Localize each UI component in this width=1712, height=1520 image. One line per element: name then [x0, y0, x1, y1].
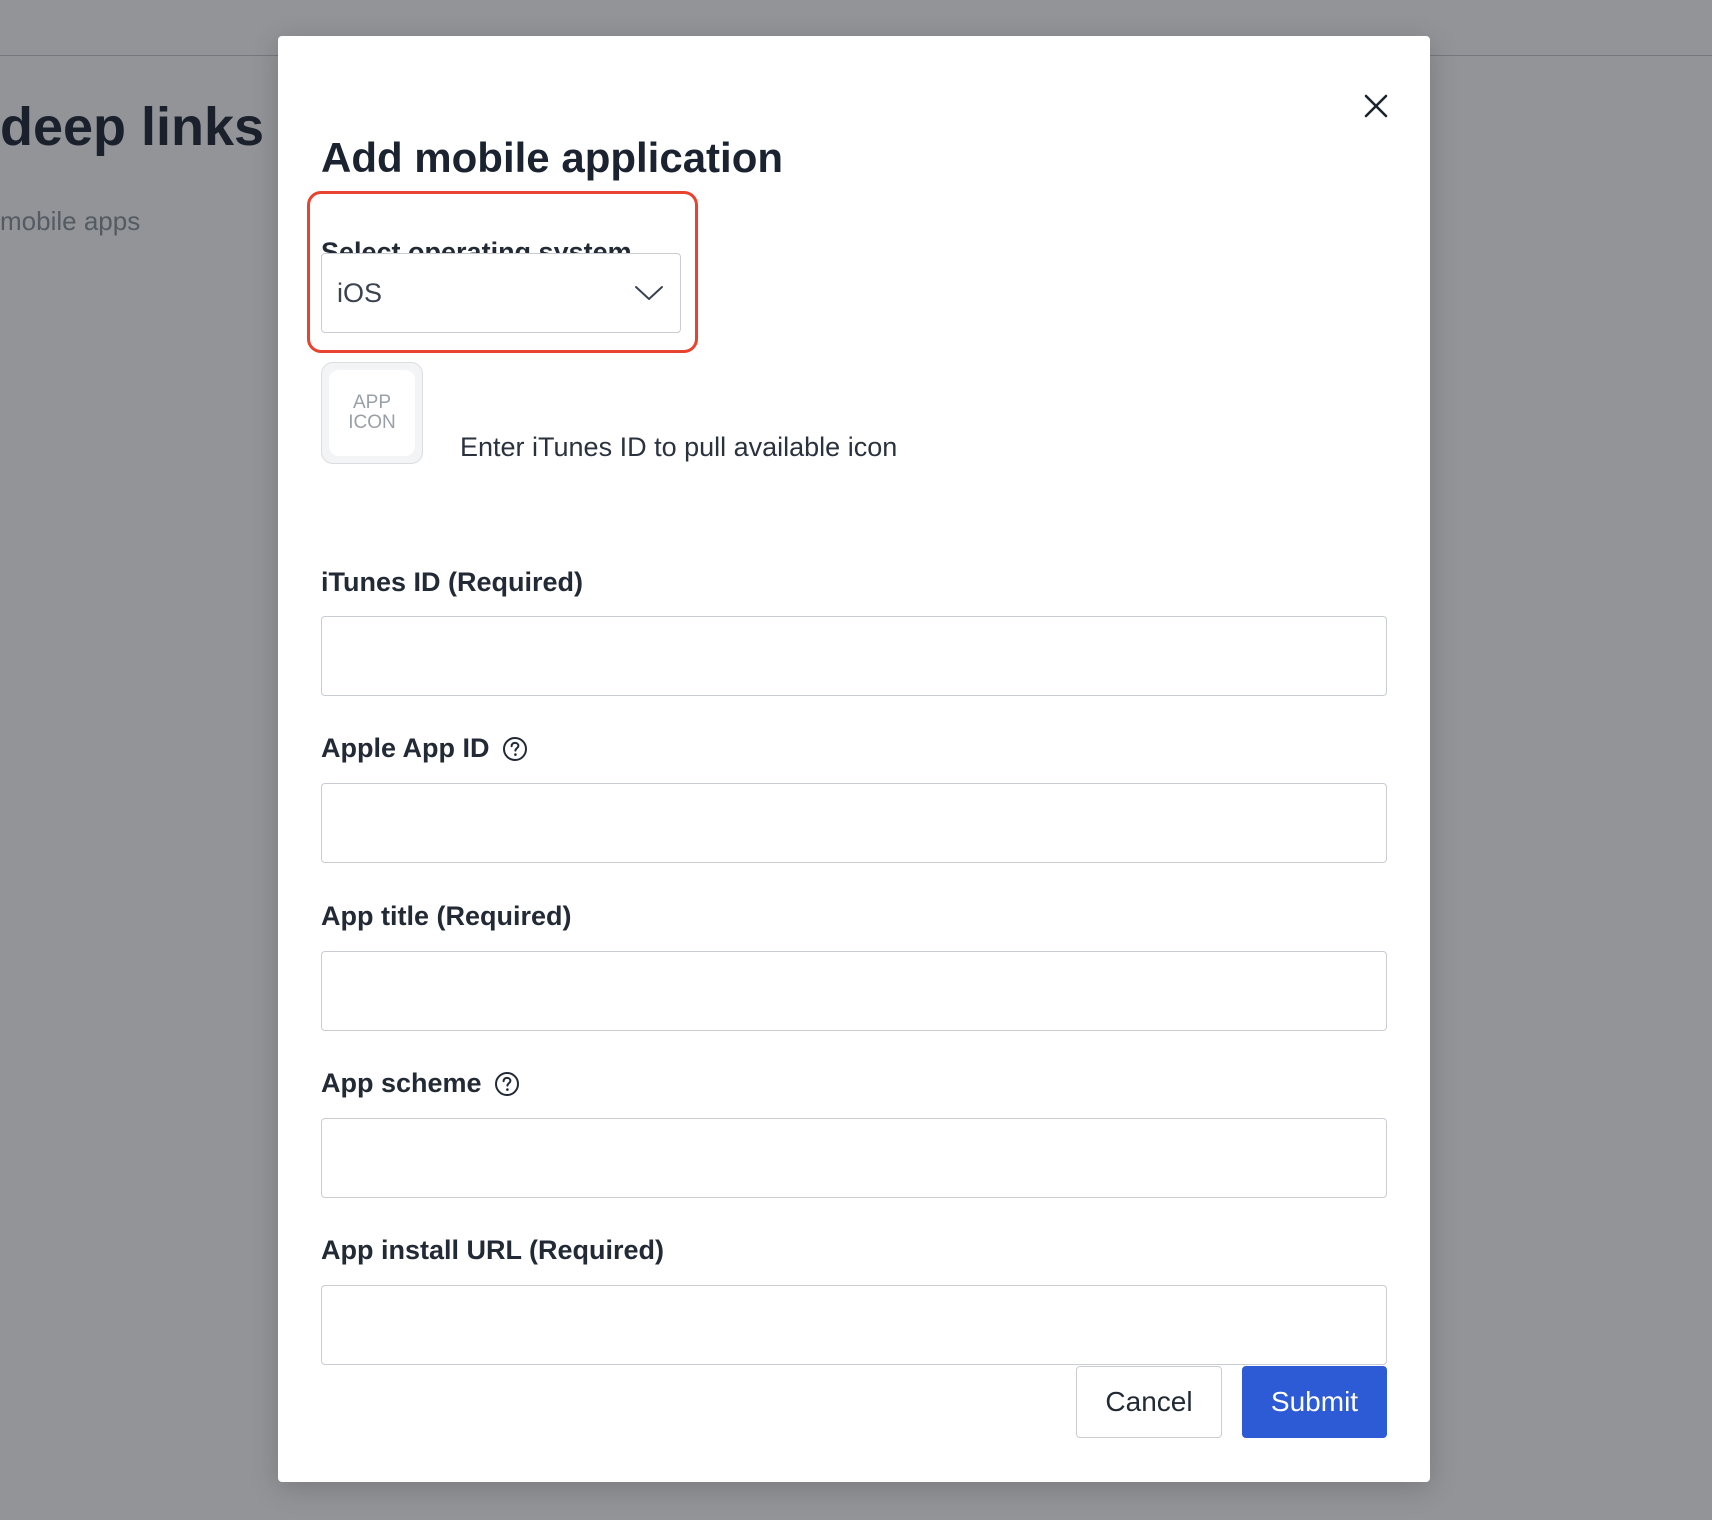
add-mobile-application-dialog: Add mobile application Select operating … [278, 36, 1430, 1482]
close-icon [1364, 94, 1388, 118]
itunes-id-label-text: iTunes ID (Required) [321, 567, 584, 597]
apple-app-id-label-text: Apple App ID [321, 733, 490, 763]
apple-app-id-input[interactable] [321, 783, 1387, 863]
app-scheme-input[interactable] [321, 1118, 1387, 1198]
app-title-label-text: App title (Required) [321, 901, 572, 931]
app-icon-inner: APP ICON [329, 370, 415, 456]
app-icon-hint: Enter iTunes ID to pull available icon [460, 432, 898, 462]
os-select-value: iOS [337, 277, 383, 308]
operating-system-select[interactable]: iOS [321, 253, 681, 333]
app-title-input[interactable] [321, 951, 1387, 1031]
app-install-url-input[interactable] [321, 1285, 1387, 1365]
help-icon[interactable] [502, 736, 528, 762]
apple-app-id-label: Apple App ID [321, 733, 528, 764]
help-icon[interactable] [494, 1071, 520, 1097]
app-title-label: App title (Required) [321, 901, 572, 932]
dialog-title: Add mobile application [321, 134, 784, 181]
itunes-id-input[interactable] [321, 616, 1387, 696]
app-install-url-label-text: App install URL (Required) [321, 1235, 665, 1265]
itunes-id-label: iTunes ID (Required) [321, 567, 583, 598]
app-icon-placeholder: APP ICON [321, 362, 423, 464]
app-icon-text-line1: APP [352, 392, 392, 413]
app-install-url-label: App install URL (Required) [321, 1235, 664, 1266]
chevron-down-icon [635, 286, 663, 300]
submit-button[interactable]: Submit [1242, 1366, 1387, 1438]
close-button[interactable] [1350, 80, 1402, 132]
app-scheme-label-text: App scheme [321, 1068, 482, 1098]
app-icon-text-line2: ICON [348, 412, 396, 433]
cancel-button[interactable]: Cancel [1076, 1366, 1222, 1438]
app-scheme-label: App scheme [321, 1068, 520, 1099]
